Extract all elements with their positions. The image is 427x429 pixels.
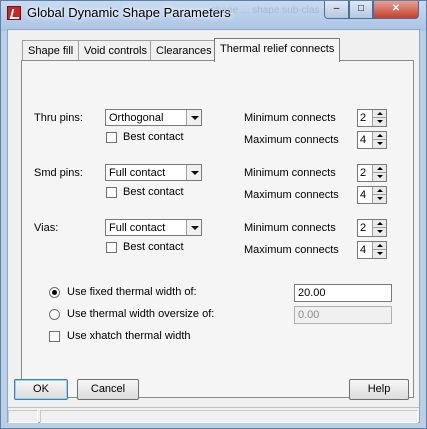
thru-pins-max-connects-label: Maximum connects — [244, 134, 339, 146]
status-bar — [8, 407, 419, 423]
spin-up-icon[interactable] — [372, 187, 386, 195]
ok-button[interactable]: OK — [14, 379, 68, 400]
thermal-width-oversize-radio[interactable] — [49, 309, 60, 320]
title-bar[interactable]: Global Dynamic Shape Parameters shape ..… — [1, 1, 426, 28]
smd-pins-type-select[interactable]: Full contact — [105, 164, 202, 181]
spin-up-icon[interactable] — [372, 242, 386, 250]
thru-pins-min-connects-value: 2 — [360, 112, 367, 124]
dialog-client-area: Shape fill Void controls Clearances Ther… — [7, 29, 420, 423]
vias-max-connects-spinner[interactable]: 4 — [357, 241, 387, 259]
fixed-thermal-width-input[interactable]: 20.00 — [294, 284, 392, 302]
close-button[interactable]: ✕ — [373, 1, 419, 19]
spin-down-icon[interactable] — [372, 173, 386, 181]
tab-clearances[interactable]: Clearances — [150, 40, 218, 61]
thru-pins-max-connects-value: 4 — [360, 134, 367, 146]
tab-thermal-relief-connects[interactable]: Thermal relief connects — [214, 38, 341, 62]
xhatch-thermal-width-checkbox[interactable] — [49, 331, 60, 342]
vias-best-contact-checkbox[interactable] — [106, 242, 117, 253]
chevron-down-icon[interactable] — [186, 220, 201, 235]
window-title: Global Dynamic Shape Parameters — [27, 5, 231, 20]
vias-min-connects-value: 2 — [360, 222, 367, 234]
thermal-width-oversize-input[interactable]: 0.00 — [294, 306, 392, 324]
smd-pins-max-connects-label: Maximum connects — [244, 189, 339, 201]
smd-pins-min-connects-spinner[interactable]: 2 — [357, 164, 387, 182]
spin-down-icon[interactable] — [372, 118, 386, 126]
minimize-button[interactable]: – — [324, 1, 349, 19]
vias-type-value: Full contact — [109, 222, 166, 234]
thru-pins-min-connects-label: Minimum connects — [244, 112, 336, 124]
spin-up-icon[interactable] — [372, 220, 386, 228]
xhatch-thermal-width-label: Use xhatch thermal width — [67, 330, 191, 342]
vias-min-connects-label: Minimum connects — [244, 222, 336, 234]
vias-max-connects-value: 4 — [360, 244, 367, 256]
maximize-button[interactable]: □ — [349, 1, 373, 19]
smd-pins-max-connects-spinner[interactable]: 4 — [357, 186, 387, 204]
tab-shape-fill[interactable]: Shape fill — [22, 40, 80, 61]
vias-best-contact-label: Best contact — [123, 241, 184, 253]
smd-pins-min-connects-label: Minimum connects — [244, 167, 336, 179]
status-cell-left — [8, 410, 38, 423]
vias-label: Vias: — [34, 222, 59, 234]
chevron-down-icon[interactable] — [186, 165, 201, 180]
app-icon — [7, 6, 21, 20]
dialog-window: Global Dynamic Shape Parameters shape ..… — [0, 0, 427, 429]
spin-down-icon[interactable] — [372, 195, 386, 203]
chevron-down-icon[interactable] — [186, 110, 201, 125]
vias-max-connects-label: Maximum connects — [244, 244, 339, 256]
smd-pins-best-contact-label: Best contact — [123, 186, 184, 198]
smd-pins-max-connects-value: 4 — [360, 189, 367, 201]
spin-up-icon[interactable] — [372, 165, 386, 173]
smd-pins-type-value: Full contact — [109, 167, 166, 179]
thru-pins-min-connects-spinner[interactable]: 2 — [357, 109, 387, 127]
spin-up-icon[interactable] — [372, 132, 386, 140]
background-window-title: shape ... shape sub-clas — [211, 5, 320, 16]
smd-pins-label: Smd pins: — [34, 167, 83, 179]
smd-pins-min-connects-value: 2 — [360, 167, 367, 179]
spin-down-icon[interactable] — [372, 250, 386, 258]
vias-min-connects-spinner[interactable]: 2 — [357, 219, 387, 237]
spin-up-icon[interactable] — [372, 110, 386, 118]
spin-down-icon[interactable] — [372, 140, 386, 148]
thermal-relief-panel: Thru pins: Orthogonal Best contact Minim… — [21, 60, 414, 398]
status-cell-main — [40, 410, 418, 423]
thru-pins-type-select[interactable]: Orthogonal — [105, 109, 202, 126]
thru-pins-best-contact-checkbox[interactable] — [106, 132, 117, 143]
cancel-button[interactable]: Cancel — [77, 379, 139, 400]
fixed-thermal-width-label: Use fixed thermal width of: — [67, 286, 197, 298]
thermal-width-oversize-label: Use thermal width oversize of: — [67, 308, 215, 320]
spin-down-icon[interactable] — [372, 228, 386, 236]
fixed-thermal-width-radio[interactable] — [49, 287, 60, 298]
thru-pins-label: Thru pins: — [34, 112, 83, 124]
thru-pins-max-connects-spinner[interactable]: 4 — [357, 131, 387, 149]
vias-type-select[interactable]: Full contact — [105, 219, 202, 236]
thru-pins-type-value: Orthogonal — [109, 112, 164, 124]
tab-void-controls[interactable]: Void controls — [78, 40, 153, 61]
thru-pins-best-contact-label: Best contact — [123, 131, 184, 143]
smd-pins-best-contact-checkbox[interactable] — [106, 187, 117, 198]
help-button[interactable]: Help — [349, 379, 409, 400]
